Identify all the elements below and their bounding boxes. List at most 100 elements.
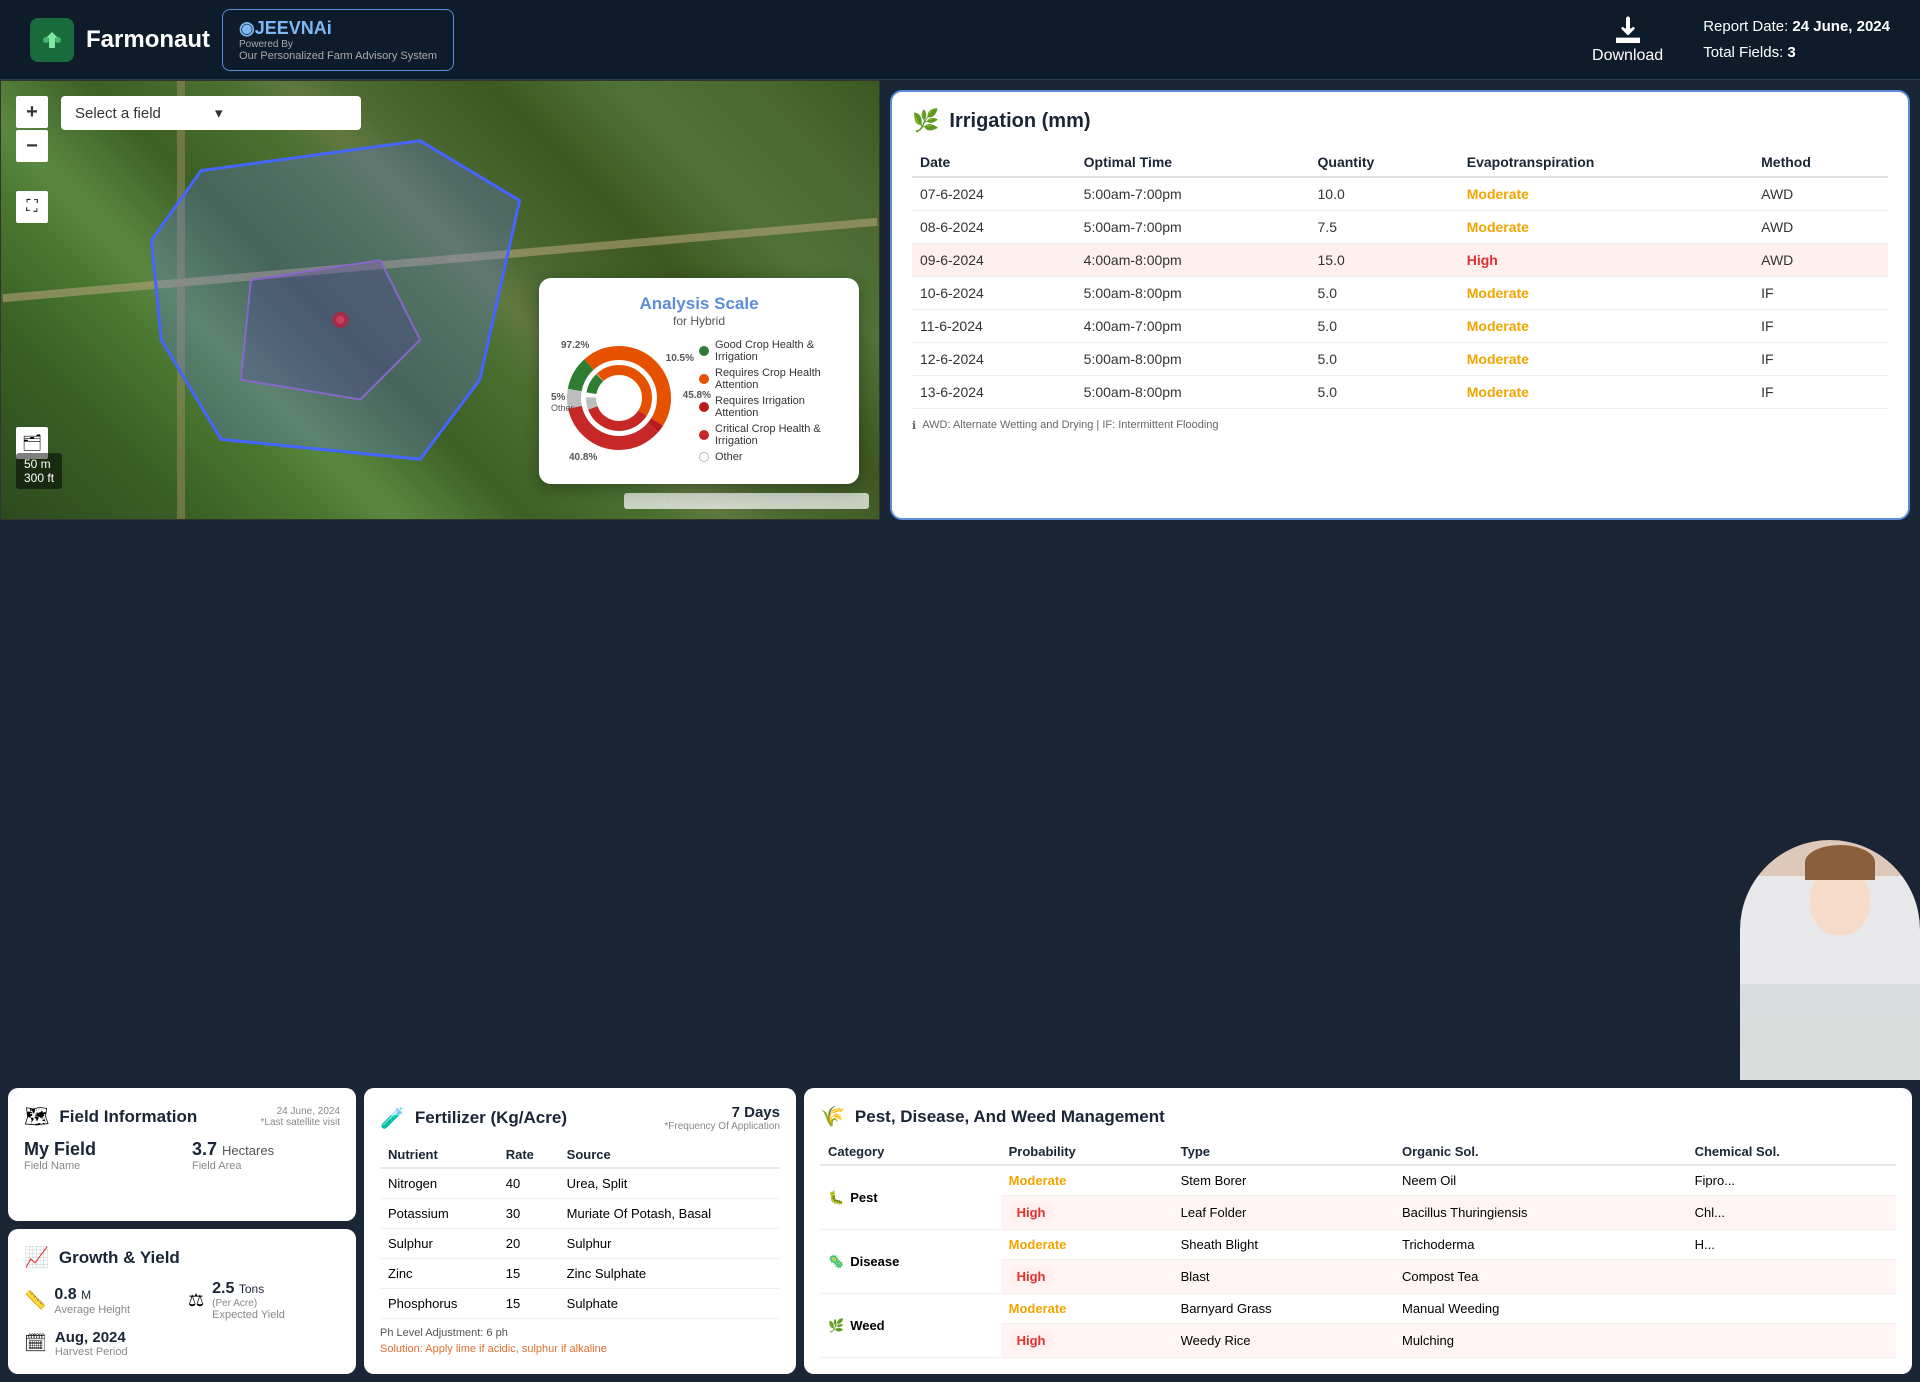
- fert-nutrient: Zinc: [380, 1259, 498, 1289]
- irrigation-row: 09-6-2024 4:00am-8:00pm 15.0 High AWD: [912, 244, 1888, 277]
- pest-icon: 🌾: [820, 1104, 845, 1129]
- fert-rate: 40: [498, 1168, 559, 1199]
- irrig-qty: 5.0: [1310, 277, 1459, 310]
- irrig-date: 10-6-2024: [912, 277, 1076, 310]
- field-info-header: 🗺 Field Information 24 June, 2024 *Last …: [24, 1104, 340, 1129]
- pest-panel: 🌾 Pest, Disease, And Weed Management Cat…: [804, 1088, 1912, 1374]
- category-name: Weed: [850, 1318, 884, 1333]
- jeevn-badge: ◉JEEVNAi Powered By Our Personalized Far…: [222, 9, 454, 71]
- irrig-qty: 5.0: [1310, 343, 1459, 376]
- irrig-date: 11-6-2024: [912, 310, 1076, 343]
- fert-rate: 30: [498, 1199, 559, 1229]
- irrigation-note: ℹ AWD: Alternate Wetting and Drying | IF…: [912, 419, 1888, 432]
- fert-row: Zinc 15 Zinc Sulphate: [380, 1259, 780, 1289]
- field-info-title: Field Information: [59, 1107, 250, 1127]
- growth-title: Growth & Yield: [59, 1248, 340, 1268]
- fert-rate: 20: [498, 1229, 559, 1259]
- pest-row: 🐛 Pest Moderate Stem Borer Neem Oil Fipr…: [820, 1165, 1896, 1196]
- fert-source: Sulphur: [559, 1229, 780, 1259]
- irrig-evap: Moderate: [1459, 376, 1753, 409]
- pest-col-prob: Probability: [1001, 1139, 1173, 1165]
- irrig-time: 4:00am-7:00pm: [1076, 310, 1310, 343]
- logo-area: Farmonaut ◉JEEVNAi Powered By Our Person…: [30, 9, 454, 71]
- field-info-icon: 🗺: [24, 1104, 49, 1129]
- map-controls: + −: [16, 96, 48, 162]
- irrig-method: IF: [1753, 343, 1888, 376]
- download-button[interactable]: Download: [1592, 15, 1663, 65]
- field-select-label: Select a field: [75, 105, 207, 122]
- pest-col-organic: Organic Sol.: [1394, 1139, 1687, 1165]
- irrig-evap: Moderate: [1459, 211, 1753, 244]
- analysis-scale-subtitle: for Hybrid: [559, 314, 839, 328]
- legend-crop-attn: Requires Crop Health Attention: [715, 367, 839, 391]
- category-name: Pest: [850, 1190, 877, 1205]
- fullscreen-button[interactable]: ⛶: [16, 191, 48, 223]
- legend-good: Good Crop Health & Irrigation: [715, 339, 839, 363]
- pest-chemical: [1687, 1260, 1896, 1294]
- irrig-method: AWD: [1753, 244, 1888, 277]
- donut-chart: 97.2% 10.5% 45.8% 40.8% 5%Other: [559, 338, 689, 468]
- pest-organic: Manual Weeding: [1394, 1294, 1687, 1324]
- category-icon: 🌿: [828, 1318, 844, 1334]
- irrigation-row: 07-6-2024 5:00am-7:00pm 10.0 Moderate AW…: [912, 177, 1888, 211]
- header-right: Download Report Date: 24 June, 2024 Tota…: [1592, 14, 1890, 65]
- fert-col-nutrient: Nutrient: [380, 1142, 498, 1168]
- pest-type: Stem Borer: [1173, 1165, 1394, 1196]
- field-area-col: 3.7 Hectares Field Area: [192, 1139, 340, 1172]
- analysis-legend: Good Crop Health & Irrigation Requires C…: [699, 339, 839, 467]
- irrigation-panel: 🌿 Irrigation (mm) Date Optimal Time Quan…: [890, 90, 1910, 520]
- pest-type: Sheath Blight: [1173, 1230, 1394, 1260]
- yield-icon: ⚖: [188, 1290, 204, 1311]
- zoom-in-button[interactable]: +: [16, 96, 48, 128]
- pest-organic: Compost Tea: [1394, 1260, 1687, 1294]
- avg-height-label: Average Height: [54, 1304, 130, 1316]
- zoom-out-button[interactable]: −: [16, 130, 48, 162]
- category-icon: 🐛: [828, 1190, 844, 1206]
- col-qty: Quantity: [1310, 148, 1459, 177]
- field-name-value: My Field: [24, 1139, 172, 1160]
- field-selector[interactable]: Select a field ▾: [61, 96, 361, 130]
- irrig-date: 08-6-2024: [912, 211, 1076, 244]
- fert-nutrient: Nitrogen: [380, 1168, 498, 1199]
- irrig-method: IF: [1753, 277, 1888, 310]
- jeevn-title: ◉JEEVNAi: [239, 18, 437, 39]
- pest-organic: Mulching: [1394, 1324, 1687, 1358]
- irrig-evap: Moderate: [1459, 343, 1753, 376]
- pest-chemical: Chl...: [1687, 1196, 1896, 1230]
- avg-height-item: 📏 0.8 M Average Height: [24, 1280, 176, 1321]
- fert-row: Potassium 30 Muriate Of Potash, Basal: [380, 1199, 780, 1229]
- pest-chemical: H...: [1687, 1230, 1896, 1260]
- jeevn-powered: Powered By: [239, 39, 437, 50]
- irrig-evap: Moderate: [1459, 177, 1753, 211]
- irrig-qty: 5.0: [1310, 376, 1459, 409]
- pest-chemical: [1687, 1324, 1896, 1358]
- irrigation-row: 11-6-2024 4:00am-7:00pm 5.0 Moderate IF: [912, 310, 1888, 343]
- fertilizer-table: Nutrient Rate Source Nitrogen 40 Urea, S…: [380, 1142, 780, 1319]
- pest-col-chemical: Chemical Sol.: [1687, 1139, 1896, 1165]
- fert-source: Muriate Of Potash, Basal: [559, 1199, 780, 1229]
- analysis-scale-title: Analysis Scale: [559, 294, 839, 314]
- growth-icon: 📈: [24, 1245, 49, 1270]
- irrig-evap: High: [1459, 244, 1753, 277]
- pest-col-cat: Category: [820, 1139, 1001, 1165]
- irrig-time: 5:00am-7:00pm: [1076, 177, 1310, 211]
- map-attribution: Leaflet | © OpenStreetMap contributors, …: [624, 493, 869, 509]
- fertilizer-solution: Solution: Apply lime if acidic, sulphur …: [380, 1343, 780, 1355]
- irrig-evap: Moderate: [1459, 310, 1753, 343]
- irrig-time: 4:00am-8:00pm: [1076, 244, 1310, 277]
- irrigation-table: Date Optimal Time Quantity Evapotranspir…: [912, 148, 1888, 409]
- irrigation-icon: 🌿: [912, 108, 939, 134]
- irrig-time: 5:00am-8:00pm: [1076, 343, 1310, 376]
- app-title: Farmonaut: [86, 26, 210, 54]
- irrigation-row: 12-6-2024 5:00am-8:00pm 5.0 Moderate IF: [912, 343, 1888, 376]
- growth-panel: 📈 Growth & Yield 📏 0.8 M Average Height …: [8, 1229, 356, 1374]
- pest-type: Weedy Rice: [1173, 1324, 1394, 1358]
- main-content: + − Select a field ▾ ⛶ 🗂 50 m 300 ft Lea…: [0, 80, 1920, 1080]
- pest-chemical: Fipro...: [1687, 1165, 1896, 1196]
- field-info-panel: 🗺 Field Information 24 June, 2024 *Last …: [8, 1088, 356, 1221]
- irrig-qty: 10.0: [1310, 177, 1459, 211]
- irrigation-row: 10-6-2024 5:00am-8:00pm 5.0 Moderate IF: [912, 277, 1888, 310]
- pest-col-type: Type: [1173, 1139, 1394, 1165]
- irrig-time: 5:00am-8:00pm: [1076, 376, 1310, 409]
- field-select-chevron: ▾: [215, 104, 347, 122]
